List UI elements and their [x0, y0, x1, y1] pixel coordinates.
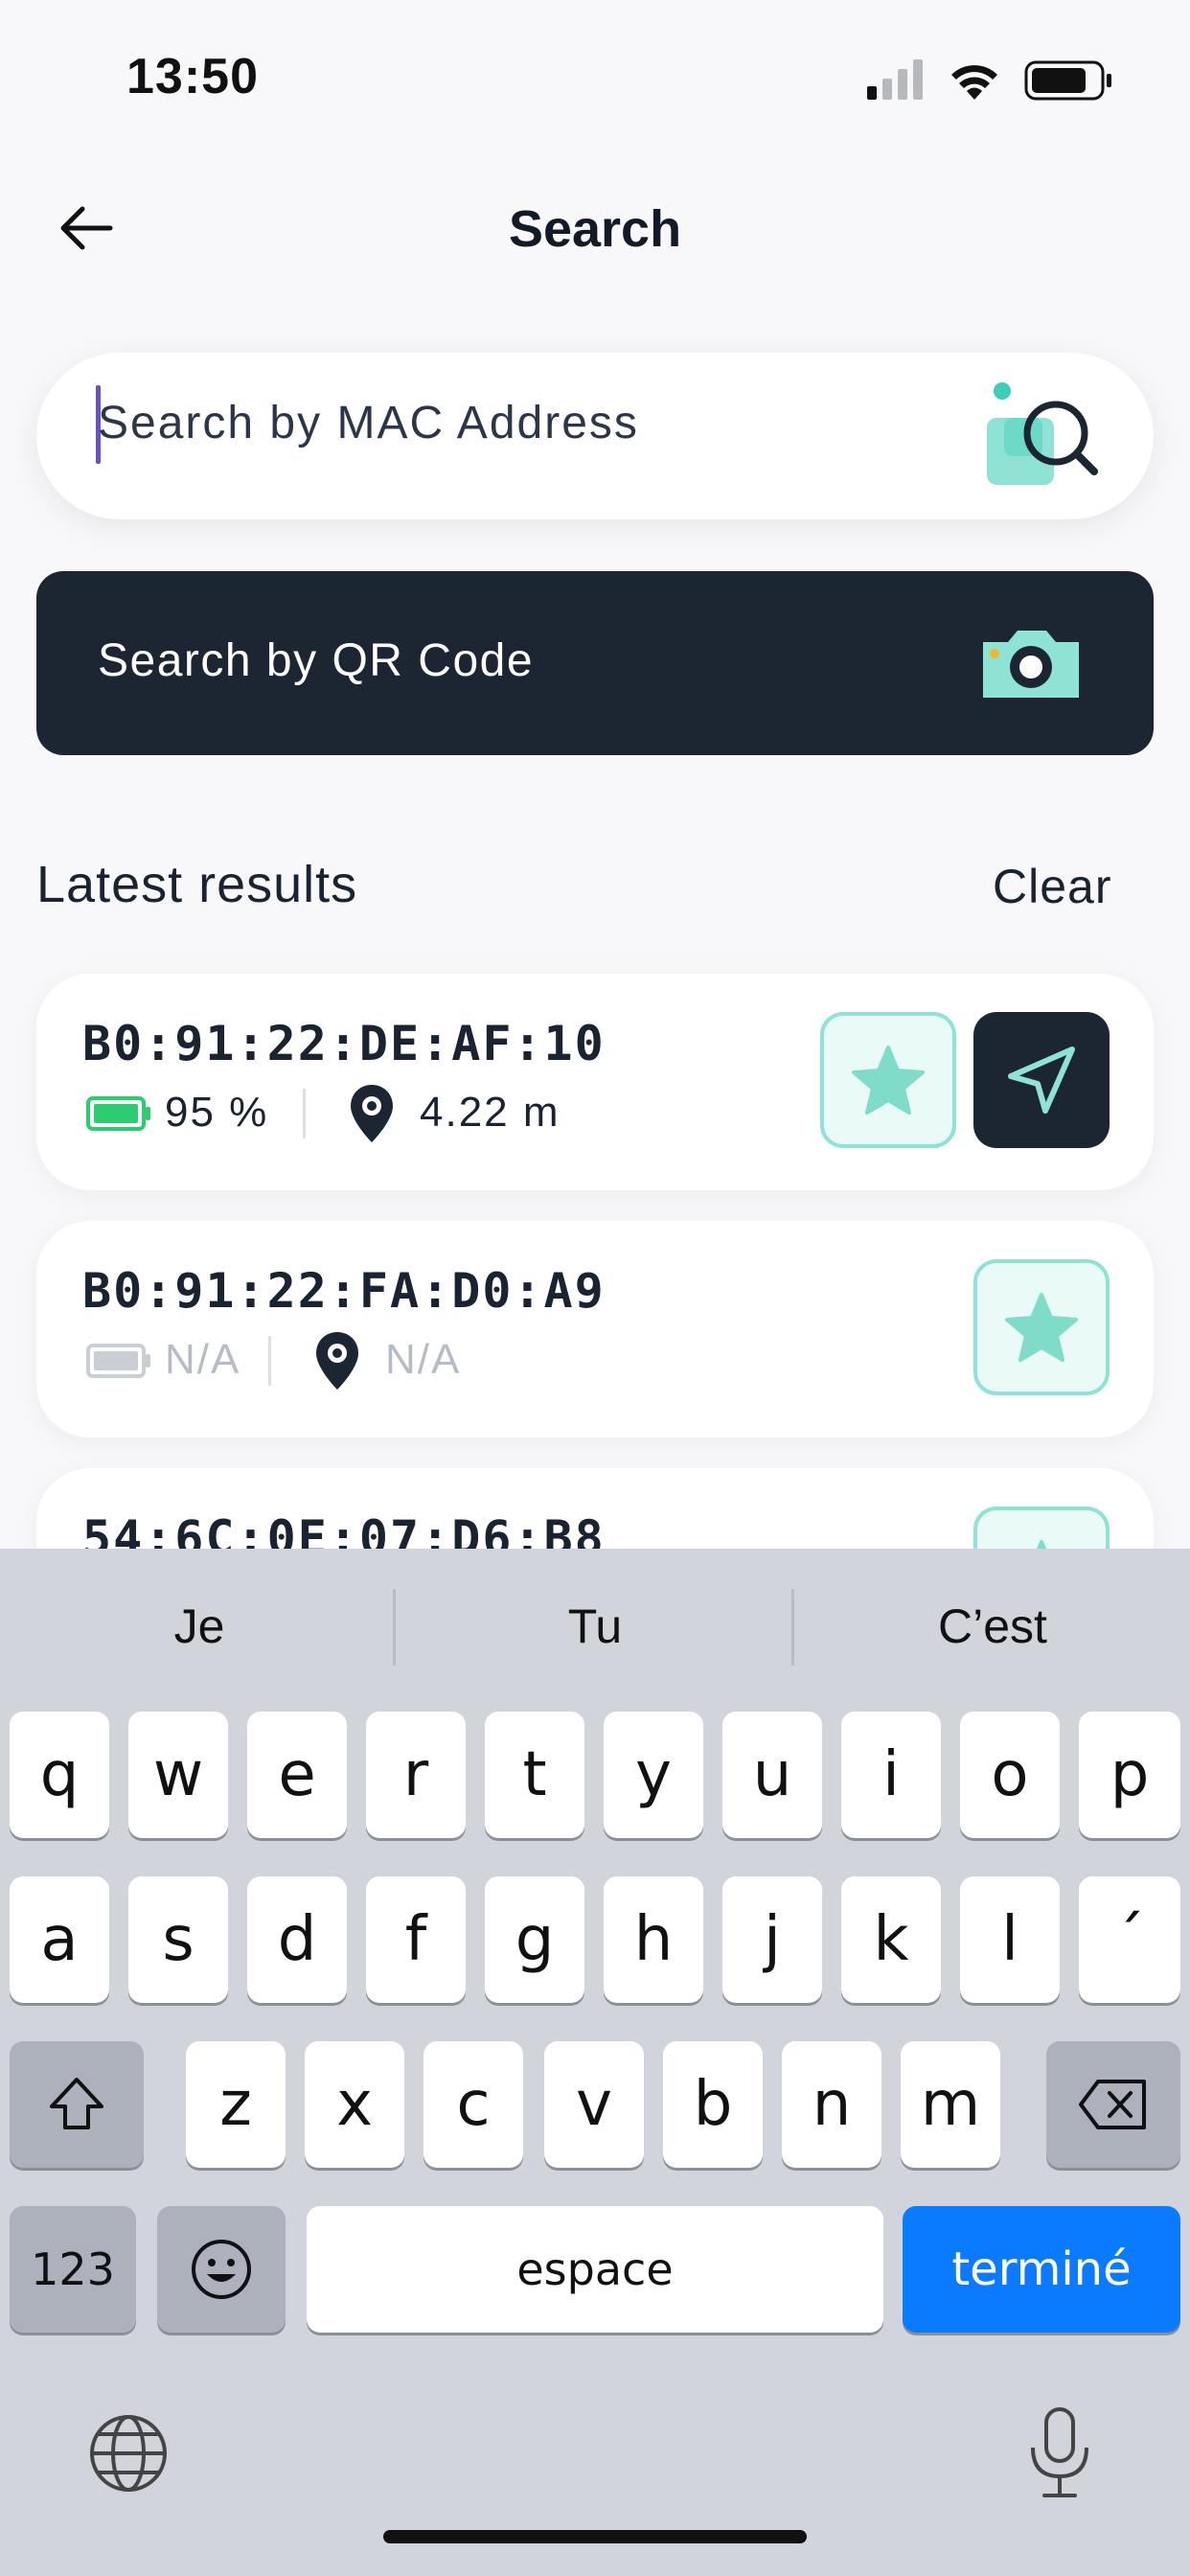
- status-icons: [867, 59, 1111, 101]
- distance-value: N/A: [385, 1336, 462, 1383]
- done-key[interactable]: terminé: [903, 2206, 1180, 2333]
- camera-icon: [983, 631, 1079, 698]
- key-l[interactable]: l: [960, 1876, 1060, 2003]
- favorite-button[interactable]: [973, 1259, 1110, 1395]
- key-c[interactable]: c: [423, 2041, 523, 2168]
- key-d[interactable]: d: [247, 1876, 347, 2003]
- numbers-key[interactable]: 123: [10, 2206, 136, 2333]
- shift-key[interactable]: [10, 2041, 144, 2168]
- status-time: 13:50: [126, 49, 259, 104]
- battery-value: N/A: [165, 1336, 241, 1383]
- star-icon: [1005, 1293, 1078, 1362]
- key-f[interactable]: f: [366, 1876, 466, 2003]
- key-s[interactable]: s: [128, 1876, 228, 2003]
- key-t[interactable]: t: [485, 1712, 584, 1838]
- result-card[interactable]: B0:91:22:FA:D0:A9 N/A N/A: [36, 1221, 1154, 1438]
- key-j[interactable]: j: [722, 1876, 822, 2003]
- search-placeholder: Search by MAC Address: [98, 398, 639, 448]
- battery-value: 95 %: [165, 1089, 269, 1136]
- key-o[interactable]: o: [960, 1712, 1060, 1838]
- mac-address: B0:91:22:DE:AF:10: [82, 1016, 606, 1071]
- key-h[interactable]: h: [604, 1876, 703, 2003]
- key-y[interactable]: y: [604, 1712, 703, 1838]
- key-g[interactable]: g: [485, 1876, 584, 2003]
- suggestion-1[interactable]: Je: [56, 1598, 343, 1654]
- qr-button-label: Search by QR Code: [98, 635, 535, 686]
- space-key[interactable]: espace: [307, 2206, 883, 2333]
- key-w[interactable]: w: [128, 1712, 228, 1838]
- key-acute-accent[interactable]: ´: [1079, 1876, 1180, 2003]
- key-r[interactable]: r: [366, 1712, 466, 1838]
- location-pin-icon: [351, 1085, 393, 1142]
- suggestion-3[interactable]: C’est: [849, 1598, 1136, 1654]
- result-card[interactable]: B0:91:22:DE:AF:10 95 % 4.22 m: [36, 974, 1154, 1190]
- microphone-icon[interactable]: [1023, 2405, 1096, 2501]
- key-q[interactable]: q: [10, 1712, 109, 1838]
- suggestion-2[interactable]: Tu: [451, 1598, 739, 1654]
- shift-arrow-icon: [50, 2078, 103, 2129]
- distance-value: 4.22 m: [420, 1089, 561, 1136]
- battery-level-icon: [86, 1096, 150, 1131]
- key-n[interactable]: n: [782, 2041, 881, 2168]
- star-icon: [852, 1046, 925, 1115]
- home-indicator: [383, 2530, 807, 2543]
- suggestion-divider: [393, 1589, 396, 1666]
- key-z[interactable]: z: [186, 2041, 286, 2168]
- divider: [303, 1089, 306, 1138]
- globe-icon[interactable]: [86, 2411, 171, 2496]
- delete-key[interactable]: [1046, 2041, 1180, 2168]
- key-p[interactable]: p: [1079, 1712, 1180, 1838]
- key-a[interactable]: a: [10, 1876, 109, 2003]
- key-b[interactable]: b: [663, 2041, 763, 2168]
- key-v[interactable]: v: [544, 2041, 644, 2168]
- key-e[interactable]: e: [247, 1712, 347, 1838]
- location-pin-icon: [316, 1332, 358, 1390]
- backspace-icon: [1079, 2080, 1146, 2129]
- key-k[interactable]: k: [841, 1876, 941, 2003]
- key-x[interactable]: x: [305, 2041, 404, 2168]
- latest-results-title: Latest results: [36, 856, 358, 913]
- mac-address: B0:91:22:FA:D0:A9: [82, 1263, 606, 1319]
- emoji-icon: [192, 2240, 251, 2299]
- key-u[interactable]: u: [722, 1712, 822, 1838]
- suggestion-divider: [791, 1589, 794, 1666]
- emoji-key[interactable]: [157, 2206, 286, 2333]
- navigate-button[interactable]: [973, 1012, 1110, 1148]
- divider: [268, 1336, 271, 1386]
- cellular-signal-icon: [867, 59, 923, 100]
- key-i[interactable]: i: [841, 1712, 941, 1838]
- page-title: Search: [508, 200, 682, 258]
- key-m[interactable]: m: [901, 2041, 1000, 2168]
- favorite-button[interactable]: [820, 1012, 956, 1148]
- clear-button[interactable]: Clear: [993, 859, 1111, 914]
- wifi-icon: [951, 65, 997, 100]
- search-icon[interactable]: [977, 376, 1102, 491]
- battery-icon: [1024, 60, 1111, 101]
- navigation-arrow-icon: [1008, 1046, 1075, 1114]
- battery-unknown-icon: [86, 1344, 150, 1378]
